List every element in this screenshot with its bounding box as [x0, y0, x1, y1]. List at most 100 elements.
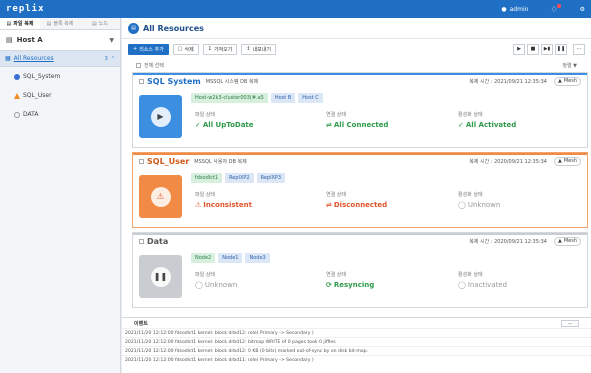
more-icon[interactable]: ⋯ [573, 43, 585, 55]
add-resource-button[interactable]: + 리소스 추가 [128, 43, 169, 55]
card-title: Data [147, 236, 169, 246]
pause-icon: ❚❚ [139, 255, 182, 298]
export-icon: ↥ [246, 46, 251, 52]
user-icon: ● [501, 5, 507, 13]
question-icon: ◯ [195, 281, 203, 289]
host-tag: ReplXP2 [225, 173, 254, 183]
sort-dropdown[interactable]: 정렬 ▼ [562, 62, 577, 69]
toolbar: + 리소스 추가 ▢ 삭제 ↧ 가져오기 ↥ 내보내기 ▶ ■ ▶▮ ❚❚ ⋯ [122, 39, 591, 59]
card-title: SQL System [147, 76, 201, 86]
user-name: admin [509, 5, 529, 13]
mesh-badge: ▲ Mesh [553, 156, 581, 166]
event-log-title: 이벤트 [134, 320, 148, 327]
select-all-checkbox[interactable] [136, 62, 141, 68]
import-button[interactable]: ↧ 가져오기 [202, 43, 238, 55]
tree-all-resources[interactable]: ▦ All Resources 3 ⌃ [0, 51, 120, 67]
host-tag: Node1 [218, 253, 243, 263]
card-title: SQL_User [147, 156, 190, 166]
user-menu[interactable]: ● admin [501, 6, 528, 13]
warning-icon: ⚠ [139, 175, 182, 218]
link-icon: ⇌ [326, 121, 332, 129]
check-icon: ✓ [195, 121, 201, 129]
import-icon: ↧ [207, 46, 212, 52]
block-icon: ▤ [46, 20, 52, 27]
chevron-up-icon: ⌃ [110, 55, 115, 62]
resources-icon: ▤ [128, 22, 139, 34]
mesh-badge: ▲ Mesh [553, 76, 581, 86]
replication-time: 복제 시간 : 2020/09/21 12:35:34 [469, 158, 547, 165]
database-icon: ▶ [139, 95, 182, 138]
app-logo: replix [6, 4, 45, 14]
tab-file-replication[interactable]: ▤ 파일 복제 [0, 18, 40, 29]
replication-time: 복제 시간 : 2020/09/21 12:35:34 [469, 238, 547, 245]
activation-status: 활성화 상태 ✓ All Activated [458, 112, 517, 129]
tab-node[interactable]: ▤ 노드 [80, 18, 120, 29]
warning-icon [14, 92, 20, 99]
sidebar: ▤ 파일 복제 ▤ 블록 복제 ▤ 노드 ▤ Host A ▼ ▦ All Re… [0, 18, 121, 373]
card-checkbox[interactable] [139, 158, 144, 164]
host-tag: Host B [270, 93, 296, 103]
tree-item-data[interactable]: DATA [0, 105, 120, 124]
tab-block-replication[interactable]: ▤ 블록 복제 [40, 18, 80, 29]
host-tag: Host-w2k3-cluster003(#.a5 [191, 93, 268, 103]
step-forward-icon[interactable]: ▶▮ [541, 43, 553, 55]
select-row: 전체 선택 정렬 ▼ [122, 59, 591, 71]
node-icon: ▤ [92, 20, 97, 27]
host-name: Host A [16, 36, 43, 44]
card-checkbox[interactable] [139, 78, 144, 84]
play-icon[interactable]: ▶ [513, 43, 525, 55]
tree-item-sql-system[interactable]: SQL_System [0, 67, 120, 86]
host-selector[interactable]: ▤ Host A ▼ [0, 30, 120, 51]
export-button[interactable]: ↥ 내보내기 [241, 43, 276, 55]
tree-item-sql-user[interactable]: SQL_User [0, 86, 120, 105]
trash-icon: ▢ [177, 46, 183, 52]
bell-icon[interactable]: ♢ [550, 3, 561, 14]
connection-status: 연결 상태 ⇌ Disconnected [326, 192, 388, 209]
connection-status: 연결 상태 ⟳ Resyncing [326, 272, 375, 289]
file-icon: ▤ [6, 20, 12, 27]
replication-time: 복제 시간 : 2021/09/21 12:35:34 [469, 78, 547, 85]
host-tag: ReplXP3 [256, 173, 286, 183]
page-title: All Resources [143, 23, 204, 33]
server-icon: ▤ [6, 36, 13, 44]
event-log-expand-button[interactable]: — [561, 319, 579, 327]
resource-count: 3 [104, 55, 108, 62]
question-icon: ◯ [458, 201, 466, 209]
activation-status: 활성화 상태 ◯ Unknown [458, 192, 501, 209]
status-ok-icon [14, 73, 20, 80]
event-log: 이벤트 — 2021/11/20 12:12:00 fdsodlct1 kern… [122, 317, 591, 373]
stop-icon[interactable]: ■ [527, 43, 539, 55]
inactive-icon: ◯ [458, 281, 466, 289]
top-bar: replix ● admin ♢ ⚙ [0, 0, 591, 18]
warning-icon: ⚠ [195, 201, 202, 209]
activation-status: 활성화 상태 ◯ Inactivated [458, 272, 508, 289]
mesh-icon: ▲ [557, 158, 562, 164]
event-row: 2021/11/20 12:12:00 fdsodlct1 kernel: bl… [122, 328, 591, 337]
resource-card-sql-system[interactable]: SQL System MSSQL 시스템 DB 복제 복제 시간 : 2021/… [132, 72, 588, 148]
mesh-icon: ▲ [557, 78, 562, 84]
gear-icon[interactable]: ⚙ [580, 6, 585, 13]
resource-card-data[interactable]: Data 복제 시간 : 2020/09/21 12:35:34 ▲ Mesh ❚… [132, 232, 588, 308]
pause-icon[interactable]: ❚❚ [555, 43, 567, 55]
mesh-icon: ▲ [557, 238, 562, 244]
file-status: 파일 상태 ◯ Unknown [195, 272, 238, 289]
unlink-icon: ⇌ [326, 201, 332, 209]
host-tag: Host C [298, 93, 323, 103]
card-type: MSSQL 사용자 DB 복제 [194, 158, 247, 165]
check-icon: ✓ [458, 121, 464, 129]
main-panel: ▤ All Resources + 리소스 추가 ▢ 삭제 ↧ 가져오기 ↥ 내… [122, 18, 591, 373]
sync-icon: ⟳ [326, 281, 332, 289]
host-tag: fdsodlct1 [191, 173, 223, 183]
card-checkbox[interactable] [139, 238, 144, 244]
status-off-icon [14, 111, 20, 118]
connection-status: 연결 상태 ⇌ All Connected [326, 112, 389, 129]
host-tag: Node2 [191, 253, 216, 263]
plus-icon: + [133, 46, 138, 52]
card-type: MSSQL 시스템 DB 복제 [205, 78, 259, 85]
chevron-down-icon: ▼ [109, 36, 114, 44]
delete-button[interactable]: ▢ 삭제 [172, 43, 199, 55]
event-row: 2021/11/20 12:12:00 fdsodlct1 kernel: bl… [122, 337, 591, 346]
file-status: 파일 상태 ✓ All UpToDate [195, 112, 254, 129]
event-row: 2021/11/20 12:12:00 fdsodlct1 kernel: bl… [122, 346, 591, 355]
resource-card-sql-user[interactable]: SQL_User MSSQL 사용자 DB 복제 복제 시간 : 2020/09… [132, 152, 588, 228]
